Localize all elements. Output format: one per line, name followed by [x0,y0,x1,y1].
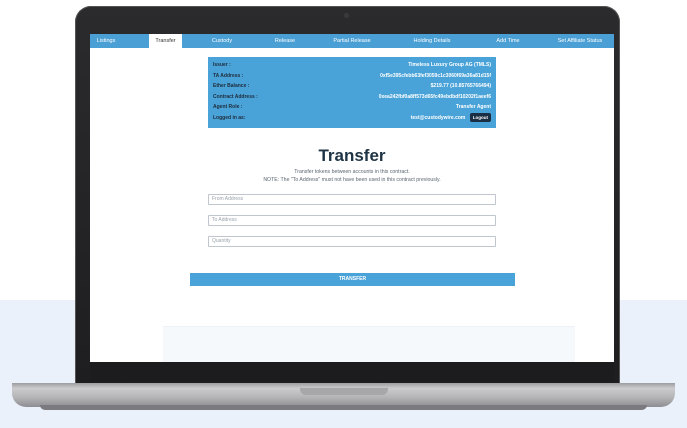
tab-transfer[interactable]: Transfer [149,34,182,48]
laptop-notch [300,388,388,395]
ta-address-row: TA Address : 0xf5e395cfebb63fef3059c1c30… [213,71,491,82]
page-title: Transfer [318,146,386,165]
subtitle-line-2: NOTE: The "To Address" must not have bee… [263,177,441,183]
laptop-chin [90,362,614,382]
tab-holding-details[interactable]: Holding Details [409,34,455,48]
contract-info-panel: Issuer : Timeless Luxury Group AG (TMLS)… [208,57,496,128]
from-address-input[interactable]: From Address [208,194,496,205]
page-subtitle: Transfer tokens between accounts in this… [90,168,614,184]
logged-in-row: Logged in as: test@custodywire.com Logou… [213,112,491,124]
issuer-value: Timeless Luxury Group AG (TMLS) [408,62,491,69]
laptop-feet [40,405,647,410]
subtitle-line-1: Transfer tokens between accounts in this… [294,169,410,175]
tab-listings[interactable]: Listings [90,34,122,48]
logged-in-email: test@custodywire.com [410,114,466,121]
logout-button[interactable]: Logout [469,112,491,122]
contract-address-label: Contract Address : [213,93,258,100]
agent-role-value: Transfer Agent [455,104,491,111]
ether-balance-label: Ether Balance : [213,83,250,90]
ether-balance-row: Ether Balance : $219.77 (10.85765766494) [213,81,491,92]
ta-address-label: TA Address : [213,72,244,79]
transfer-button[interactable]: TRANSFER [190,273,515,286]
quantity-input[interactable]: Quantity [208,236,496,247]
laptop-screen: Listings Transfer Custody Release Partia… [90,34,614,362]
tab-custody[interactable]: Custody [204,34,240,48]
camera-dot [344,13,349,18]
agent-role-label: Agent Role : [213,104,243,111]
tab-set-affiliate-status[interactable]: Set Affiliate Status [552,34,608,48]
agent-role-row: Agent Role : Transfer Agent [213,102,491,113]
logged-in-label: Logged in as: [213,114,246,121]
ether-balance-value: $219.77 (10.85765766494) [430,83,491,90]
contract-address-row: Contract Address : 0xea242fbf0a8ff573d65… [213,92,491,103]
tab-release[interactable]: Release [270,34,300,48]
ta-address-value: 0xf5e395cfebb63fef3059c1c3060f69a36a81d1… [380,72,491,79]
tab-add-time[interactable]: Add Time [493,34,523,48]
footer-card [163,326,575,362]
contract-address-value: 0xea242fbf0a8ff573d65fc49ebdbdf10202f1ae… [378,93,491,100]
tab-partial-release[interactable]: Partial Release [328,34,376,48]
to-address-input[interactable]: To Address [208,215,496,226]
top-nav: Listings Transfer Custody Release Partia… [90,34,614,48]
logged-in-group: test@custodywire.com Logout [410,112,491,122]
issuer-row: Issuer : Timeless Luxury Group AG (TMLS) [213,60,491,71]
issuer-label: Issuer : [213,62,231,69]
